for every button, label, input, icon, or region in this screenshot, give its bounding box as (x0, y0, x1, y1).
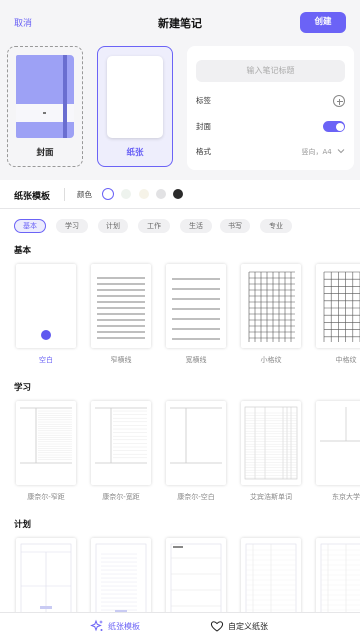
paper-card-label: 纸张 (126, 148, 144, 158)
cover-card[interactable]: 封面 (7, 46, 83, 167)
template-label: 康奈尔-空白 (177, 493, 215, 501)
tag-label: 标签 (196, 96, 211, 105)
template-pattern (20, 543, 72, 617)
template-label: 宽横线 (185, 356, 207, 364)
template-label: 东京大学 (332, 493, 360, 501)
bottom-bar: 纸张模板 自定义纸张 (0, 612, 360, 640)
paper-template-wide-lines[interactable] (166, 264, 226, 348)
sparkle-icon (90, 619, 103, 632)
template-label: 康奈尔-窄距 (27, 493, 65, 501)
preview-area: 封面 纸张 输入笔记标题 标签 封面 格式 竖向，A4 (0, 44, 360, 180)
section-title: 基本 (14, 246, 32, 256)
category-chip[interactable]: 学习 (56, 219, 88, 233)
template-label: 小格纹 (260, 356, 282, 364)
template-label: 空白 (39, 356, 53, 364)
format-row[interactable]: 格式 竖向，A4 (196, 145, 345, 159)
template-pattern (170, 543, 222, 617)
heart-icon (210, 621, 224, 632)
paper-template-small-grid[interactable] (241, 264, 301, 348)
cover-setting-label: 封面 (196, 122, 211, 131)
template-pattern (323, 271, 360, 342)
template-pattern (170, 407, 222, 464)
template-pattern (248, 271, 295, 342)
paper-template-planner-d[interactable] (241, 538, 301, 622)
color-swatch[interactable] (121, 189, 131, 199)
template-header: 纸张模板 颜色 (0, 180, 360, 209)
category-chip[interactable]: 专业 (260, 219, 292, 233)
paper-template-medium-grid[interactable] (316, 264, 360, 348)
template-pattern (172, 278, 220, 340)
color-label: 颜色 (77, 190, 92, 199)
category-chip[interactable]: 计划 (98, 219, 128, 233)
template-pattern (245, 543, 297, 617)
category-chip[interactable]: 生活 (180, 219, 212, 233)
paper-template-planner-a[interactable] (16, 538, 76, 622)
format-value: 竖向，A4 (301, 148, 332, 156)
paper-template-cornell-narrow[interactable] (16, 401, 76, 485)
cover-card-label: 封面 (36, 148, 54, 158)
paper-template-narrow-lines[interactable] (91, 264, 151, 348)
cover-row: 封面 (196, 120, 345, 134)
header-bar: 取消 新建笔记 创建 (0, 0, 360, 44)
tab-paper-templates-label: 纸张模板 (108, 622, 140, 631)
cover-preview (16, 55, 74, 138)
color-swatch[interactable] (102, 188, 114, 200)
paper-preview (107, 56, 163, 138)
paper-template-ebbinghaus[interactable] (241, 401, 301, 485)
cover-toggle[interactable] (323, 121, 345, 132)
category-chip[interactable]: 基本 (14, 219, 46, 233)
create-button[interactable]: 创建 (300, 12, 346, 33)
color-swatch[interactable] (156, 189, 166, 199)
paper-card[interactable]: 纸张 (97, 46, 173, 167)
paper-template-blank[interactable] (16, 264, 76, 348)
template-pattern (95, 407, 147, 464)
template-label: 窄横线 (110, 356, 132, 364)
category-chip[interactable]: 工作 (138, 219, 170, 233)
format-label: 格式 (196, 147, 211, 156)
paper-template-planner-e[interactable] (316, 538, 360, 622)
template-pattern (320, 407, 360, 442)
section-title: 计划 (14, 520, 32, 530)
template-title: 纸张模板 (14, 192, 51, 202)
note-title-input[interactable]: 输入笔记标题 (196, 60, 345, 82)
chevron-down-icon (337, 149, 345, 154)
tag-row[interactable]: 标签 (196, 94, 345, 108)
paper-template-planner-c[interactable] (166, 538, 226, 622)
selected-indicator-icon (41, 330, 51, 340)
settings-panel: 输入笔记标题 标签 封面 格式 竖向，A4 (187, 46, 354, 170)
template-pattern (320, 543, 360, 617)
template-label: 康奈尔-宽距 (102, 493, 140, 501)
paper-template-tokyo[interactable] (316, 401, 360, 485)
paper-template-cornell-wide[interactable] (91, 401, 151, 485)
section-title: 学习 (14, 383, 32, 393)
category-chip[interactable]: 书写 (220, 219, 250, 233)
template-pattern (20, 407, 72, 464)
template-pattern (97, 277, 145, 339)
color-swatch[interactable] (173, 189, 183, 199)
template-label: 艾宾浩斯单词 (250, 493, 292, 501)
paper-template-cornell-blank[interactable] (166, 401, 226, 485)
template-pattern (244, 406, 298, 480)
template-pattern (95, 543, 147, 617)
color-swatch[interactable] (139, 189, 149, 199)
add-tag-icon[interactable] (333, 95, 345, 107)
paper-template-planner-b[interactable] (91, 538, 151, 622)
template-label: 中格纹 (335, 356, 357, 364)
tab-custom-paper-label: 自定义纸张 (228, 622, 268, 631)
